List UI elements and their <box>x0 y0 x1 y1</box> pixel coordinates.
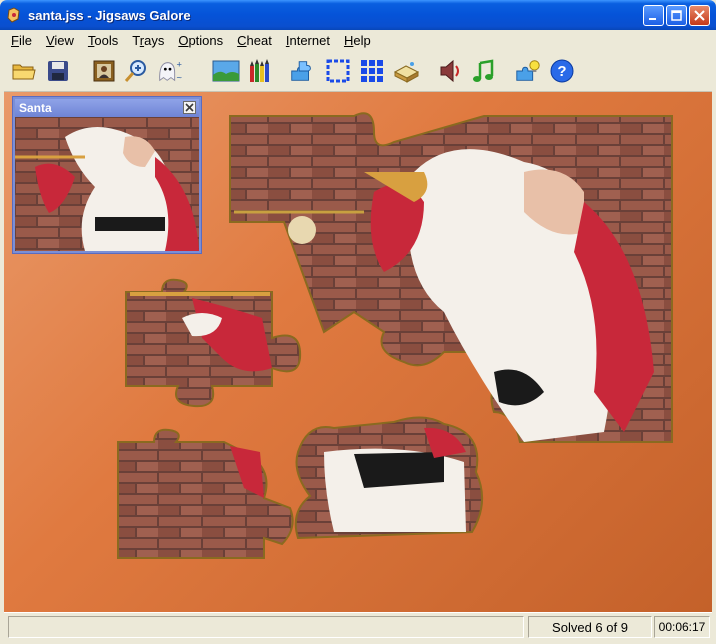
menu-options[interactable]: Options <box>171 33 230 48</box>
book-button[interactable] <box>392 57 420 85</box>
menu-tools[interactable]: Tools <box>81 33 125 48</box>
status-bar: Solved 6 of 9 00:06:17 <box>4 612 712 640</box>
menu-trays[interactable]: Trays <box>125 33 171 48</box>
zoom-button[interactable] <box>122 57 150 85</box>
sound-button[interactable] <box>436 57 464 85</box>
solved-count: Solved 6 of 9 <box>528 616 652 638</box>
save-button[interactable] <box>44 57 72 85</box>
sound-icon <box>440 59 459 83</box>
loose-piece-stocking[interactable] <box>122 278 312 418</box>
timer: 00:06:17 <box>654 616 710 638</box>
svg-text:?: ? <box>557 63 566 80</box>
preview-title: Santa <box>19 101 52 115</box>
shuffle-button[interactable] <box>288 57 316 85</box>
svg-text:~: ~ <box>177 72 183 82</box>
save-disk-icon <box>48 61 68 81</box>
hint-button[interactable] <box>514 57 542 85</box>
close-icon <box>694 10 705 21</box>
zoom-icon <box>124 60 146 82</box>
crayons-icon <box>250 59 269 82</box>
open-button[interactable] <box>10 57 38 85</box>
window-title: santa.jss - Jigsaws Galore <box>28 7 191 23</box>
shuffle-icon <box>291 61 311 81</box>
menu-view[interactable]: View <box>39 33 81 48</box>
minimize-button[interactable] <box>643 5 664 26</box>
close-icon <box>185 103 194 112</box>
app-icon <box>7 7 20 23</box>
close-button[interactable] <box>689 5 710 26</box>
maximize-button[interactable] <box>666 5 687 26</box>
help-button[interactable]: ? <box>548 57 576 85</box>
edges-icon <box>326 59 350 83</box>
music-button[interactable] <box>470 57 498 85</box>
status-panel-empty <box>8 616 524 638</box>
music-icon <box>473 59 494 82</box>
menu-bar: File View Tools Trays Options Cheat Inte… <box>4 30 712 50</box>
hint-icon <box>516 60 540 81</box>
background-icon <box>212 60 240 82</box>
svg-text:+: + <box>177 59 182 69</box>
menu-cheat[interactable]: Cheat <box>230 33 279 48</box>
menu-help[interactable]: Help <box>337 33 378 48</box>
picture-icon <box>93 60 115 82</box>
minimize-icon <box>649 18 656 20</box>
menu-internet[interactable]: Internet <box>279 33 337 48</box>
toolbar: + ~ ? <box>4 50 712 92</box>
title-bar[interactable]: santa.jss - Jigsaws Galore <box>0 0 716 30</box>
puzzle-board[interactable]: Santa <box>4 92 712 612</box>
edges-button[interactable] <box>324 57 352 85</box>
loose-piece-bricks[interactable] <box>114 428 304 568</box>
preview-close-button[interactable] <box>183 101 196 114</box>
open-folder-icon <box>12 64 36 80</box>
loose-piece-belt[interactable] <box>294 412 494 552</box>
picture-button[interactable] <box>90 57 118 85</box>
grid-button[interactable] <box>358 57 386 85</box>
preview-title-bar[interactable]: Santa <box>15 99 199 117</box>
preview-window[interactable]: Santa <box>12 96 202 254</box>
ghost-icon: +~ <box>159 59 183 82</box>
background-button[interactable] <box>212 57 240 85</box>
preview-image <box>15 117 199 251</box>
book-icon <box>393 62 420 83</box>
maximize-icon <box>671 10 682 21</box>
grid-icon <box>361 60 383 82</box>
ghost-button[interactable]: + ~ <box>156 57 184 85</box>
help-icon: ? <box>550 59 574 83</box>
crayons-button[interactable] <box>246 57 274 85</box>
menu-file[interactable]: File <box>4 33 39 48</box>
